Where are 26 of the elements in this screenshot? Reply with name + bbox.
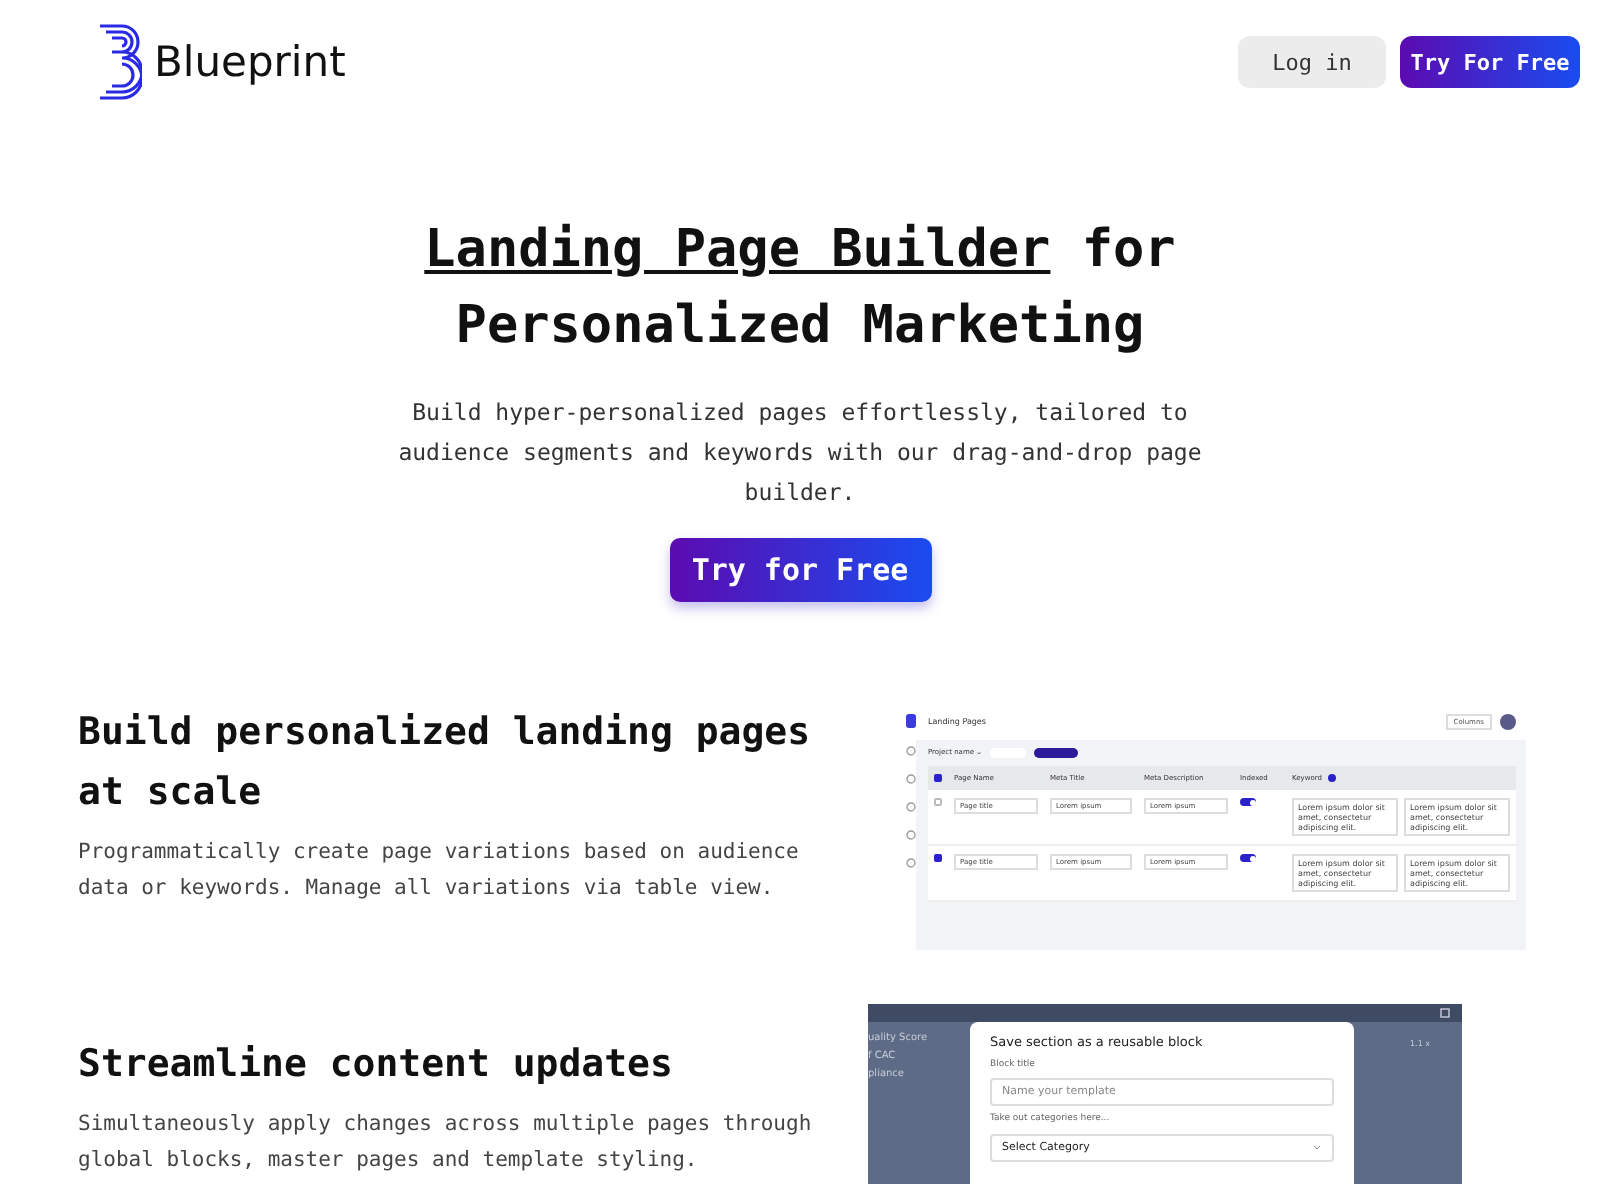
hero-title: Landing Page Builder for Personalized Marketing (424, 218, 1176, 360)
nav-icon[interactable] (906, 774, 916, 784)
exit-icon[interactable] (1440, 1008, 1450, 1018)
brand-name: Blueprint (154, 38, 346, 86)
nav-icon[interactable] (906, 830, 916, 840)
cta-button[interactable]: Try for Free (669, 538, 931, 602)
settings-icon[interactable] (906, 858, 916, 868)
logo-icon (906, 714, 916, 728)
nav-icon[interactable] (906, 802, 916, 812)
login-button[interactable]: Log in (1238, 36, 1386, 88)
avatar[interactable] (1500, 714, 1516, 730)
filter-pill[interactable] (1034, 748, 1079, 758)
checkbox[interactable] (934, 854, 942, 862)
feature-text: Programmatically create page variations based on audience data or keywords. Manage all variations via table view. (78, 838, 801, 904)
try-free-button[interactable]: Try For Free (1400, 36, 1580, 88)
feature-title: Streamline content updates (78, 1040, 675, 1090)
toggle-switch[interactable] (1240, 798, 1256, 806)
feature-title: Build personalized landing pages at scale (78, 708, 813, 818)
checkbox[interactable] (934, 774, 942, 782)
hero-subtitle: Build hyper-personalized pages effortlessly, tailored to audience segments and keywords with our drag-and-drop page builder. (396, 396, 1204, 510)
toggle-switch[interactable] (1240, 854, 1256, 862)
nav-icon[interactable] (906, 746, 916, 756)
logo-icon (98, 24, 142, 100)
checkbox[interactable] (934, 798, 942, 806)
title-link[interactable]: Landing Page Builder (424, 220, 1051, 280)
feature-text: Simultaneously apply changes across multiple pages through global blocks, master pages and template styling. (78, 1110, 814, 1176)
